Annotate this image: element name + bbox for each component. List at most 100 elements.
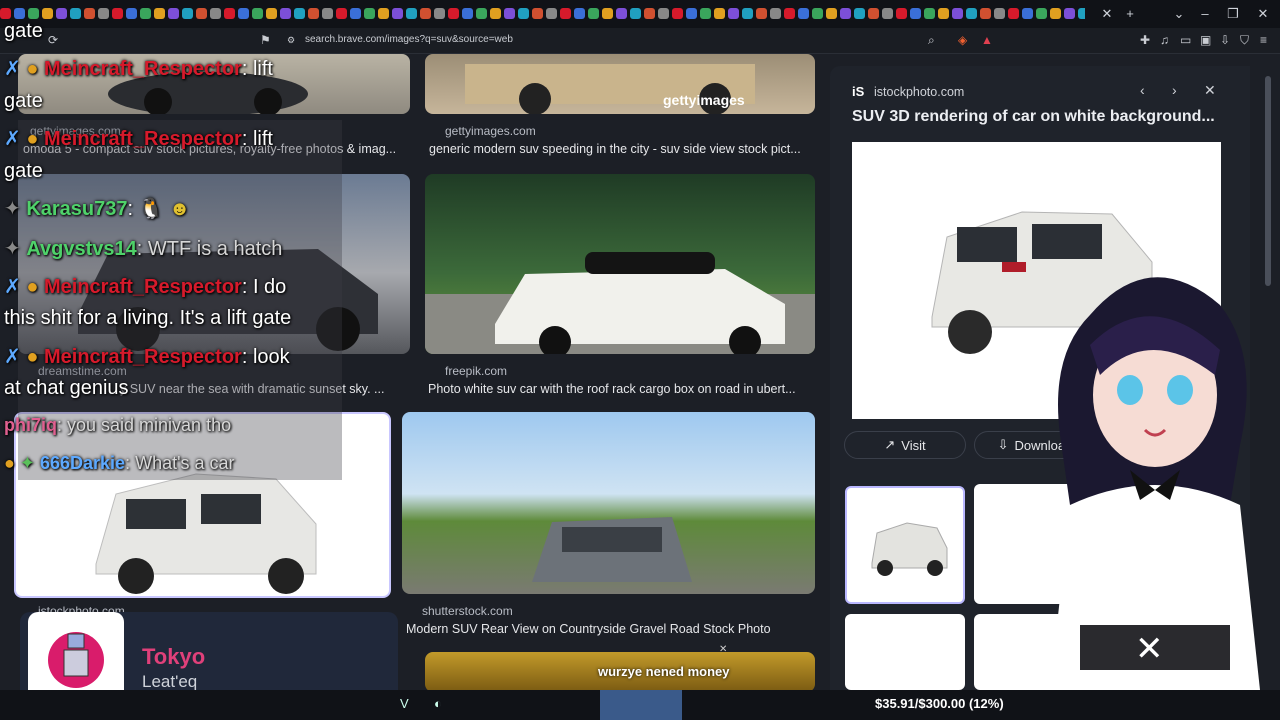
tab-favicon-icon[interactable] bbox=[980, 8, 991, 19]
result-title-2[interactable]: generic modern suv speeding in the city … bbox=[429, 142, 817, 156]
result-source-2[interactable]: gettyimages.com bbox=[445, 124, 536, 138]
tab-favicon-icon[interactable] bbox=[1008, 8, 1019, 19]
tab-favicon-icon[interactable] bbox=[406, 8, 417, 19]
stream-chat-overlay: gate ✗ ● Meincraft_Respector: lift gate … bbox=[0, 0, 345, 480]
brave-shields-icon[interactable]: ◈ bbox=[958, 33, 967, 47]
tab-favicon-icon[interactable] bbox=[938, 8, 949, 19]
tab-favicon-icon[interactable] bbox=[588, 8, 599, 19]
track-artist: Leat'eq bbox=[142, 672, 198, 691]
tab-list-icon[interactable]: ⌄ bbox=[1170, 5, 1188, 23]
tab-favicon-icon[interactable] bbox=[686, 8, 697, 19]
close-tab-icon[interactable]: ✕ bbox=[1098, 5, 1116, 23]
maximize-icon[interactable]: ❐ bbox=[1224, 5, 1242, 23]
app-icon[interactable]: ◐ bbox=[434, 696, 442, 711]
tab-favicon-icon[interactable] bbox=[448, 8, 459, 19]
visit-button[interactable]: ↗ Visit bbox=[844, 431, 966, 459]
tab-favicon-icon[interactable] bbox=[672, 8, 683, 19]
tab-favicon-icon[interactable] bbox=[392, 8, 403, 19]
tab-favicon-icon[interactable] bbox=[924, 8, 935, 19]
tab-favicon-icon[interactable] bbox=[882, 8, 893, 19]
chat-line: ✗ ● Meincraft_Respector: I do bbox=[4, 276, 287, 298]
tab-favicon-icon[interactable] bbox=[658, 8, 669, 19]
tab-favicon-icon[interactable] bbox=[630, 8, 641, 19]
tab-favicon-icon[interactable] bbox=[714, 8, 725, 19]
tab-favicon-icon[interactable] bbox=[784, 8, 795, 19]
tab-favicon-icon[interactable] bbox=[518, 8, 529, 19]
media-icon[interactable]: ♫ bbox=[1160, 33, 1169, 47]
vim-icon[interactable]: V bbox=[400, 696, 409, 711]
tab-favicon-icon[interactable] bbox=[378, 8, 389, 19]
close-note-icon[interactable]: ✕ bbox=[719, 644, 727, 655]
tab-favicon-icon[interactable] bbox=[952, 8, 963, 19]
zoom-icon[interactable]: ⌕ bbox=[928, 33, 935, 48]
tab-favicon-icon[interactable] bbox=[476, 8, 487, 19]
emote-icon: 🐧 bbox=[138, 198, 164, 220]
tab-favicon-icon[interactable] bbox=[616, 8, 627, 19]
tab-favicon-icon[interactable] bbox=[490, 8, 501, 19]
tab-favicon-icon[interactable] bbox=[700, 8, 711, 19]
tab-favicon-icon[interactable] bbox=[350, 8, 361, 19]
tab-favicon-icon[interactable] bbox=[770, 8, 781, 19]
close-panel-icon[interactable]: ✕ bbox=[1204, 82, 1216, 99]
sidebar-icon[interactable]: ▭ bbox=[1180, 33, 1191, 47]
tab-favicon-icon[interactable] bbox=[1022, 8, 1033, 19]
watermark: gettyimages bbox=[663, 92, 745, 108]
tab-favicon-icon[interactable] bbox=[532, 8, 543, 19]
tab-favicon-icon[interactable] bbox=[812, 8, 823, 19]
next-icon[interactable]: › bbox=[1172, 82, 1177, 98]
result-source-4[interactable]: freepik.com bbox=[445, 364, 507, 378]
tab-favicon-icon[interactable] bbox=[546, 8, 557, 19]
result-thumb-2[interactable]: gettyimages bbox=[425, 54, 815, 114]
tab-favicon-icon[interactable] bbox=[560, 8, 571, 19]
badge-icon: ✦ bbox=[4, 198, 21, 220]
tab-favicon-icon[interactable] bbox=[896, 8, 907, 19]
tab-favicon-icon[interactable] bbox=[1050, 8, 1061, 19]
tab-favicon-icon[interactable] bbox=[434, 8, 445, 19]
tab-favicon-icon[interactable] bbox=[420, 8, 431, 19]
panel-source[interactable]: istockphoto.com bbox=[874, 85, 964, 99]
suv-image bbox=[871, 522, 948, 576]
result-thumb-4[interactable] bbox=[425, 174, 815, 354]
related-thumb-3[interactable] bbox=[845, 614, 965, 690]
tab-favicon-icon[interactable] bbox=[826, 8, 837, 19]
tab-favicon-icon[interactable] bbox=[1036, 8, 1047, 19]
tab-favicon-icon[interactable] bbox=[1078, 8, 1085, 19]
minimize-icon[interactable]: – bbox=[1196, 5, 1214, 23]
tab-favicon-icon[interactable] bbox=[854, 8, 865, 19]
tab-favicon-icon[interactable] bbox=[994, 8, 1005, 19]
tab-favicon-icon[interactable] bbox=[728, 8, 739, 19]
new-tab-icon[interactable]: + bbox=[1121, 5, 1139, 23]
tab-favicon-icon[interactable] bbox=[574, 8, 585, 19]
tab-favicon-icon[interactable] bbox=[868, 8, 879, 19]
tab-favicon-icon[interactable] bbox=[756, 8, 767, 19]
prev-icon[interactable]: ‹ bbox=[1140, 82, 1145, 98]
result-source-6[interactable]: shutterstock.com bbox=[422, 604, 513, 618]
result-title-4[interactable]: Photo white suv car with the roof rack c… bbox=[428, 382, 816, 396]
tab-favicon-icon[interactable] bbox=[644, 8, 655, 19]
result-title-6[interactable]: Modern SUV Rear View on Countryside Grav… bbox=[406, 622, 816, 636]
tab-favicon-icon[interactable] bbox=[602, 8, 613, 19]
chat-line: this shit for a living. It's a lift gate bbox=[4, 307, 292, 329]
tab-favicon-icon[interactable] bbox=[742, 8, 753, 19]
close-window-icon[interactable]: ✕ bbox=[1254, 5, 1272, 23]
extensions-icon[interactable]: ✚ bbox=[1140, 33, 1150, 47]
mod-badge-icon: ✗ bbox=[4, 346, 21, 368]
menu-icon[interactable]: ≡ bbox=[1260, 33, 1267, 47]
wallet-icon[interactable]: ▣ bbox=[1200, 33, 1211, 47]
tab-favicon-icon[interactable] bbox=[798, 8, 809, 19]
external-link-icon: ↗ bbox=[884, 437, 896, 452]
tab-favicon-icon[interactable] bbox=[966, 8, 977, 19]
visit-label: Visit bbox=[901, 437, 926, 453]
tab-favicon-icon[interactable] bbox=[910, 8, 921, 19]
tab-favicon-icon[interactable] bbox=[1064, 8, 1075, 19]
brave-rewards-icon[interactable]: ▲ bbox=[981, 33, 993, 47]
tab-favicon-icon[interactable] bbox=[504, 8, 515, 19]
result-thumb-6[interactable] bbox=[402, 412, 815, 594]
tab-favicon-icon[interactable] bbox=[462, 8, 473, 19]
vpn-icon[interactable]: ⛉ bbox=[1240, 33, 1249, 48]
downloads-icon[interactable]: ⇩ bbox=[1220, 33, 1230, 47]
tab-favicon-icon[interactable] bbox=[840, 8, 851, 19]
chat-line: gate bbox=[4, 90, 43, 112]
tab-favicon-icon[interactable] bbox=[364, 8, 375, 19]
related-thumb-1[interactable] bbox=[845, 486, 965, 604]
